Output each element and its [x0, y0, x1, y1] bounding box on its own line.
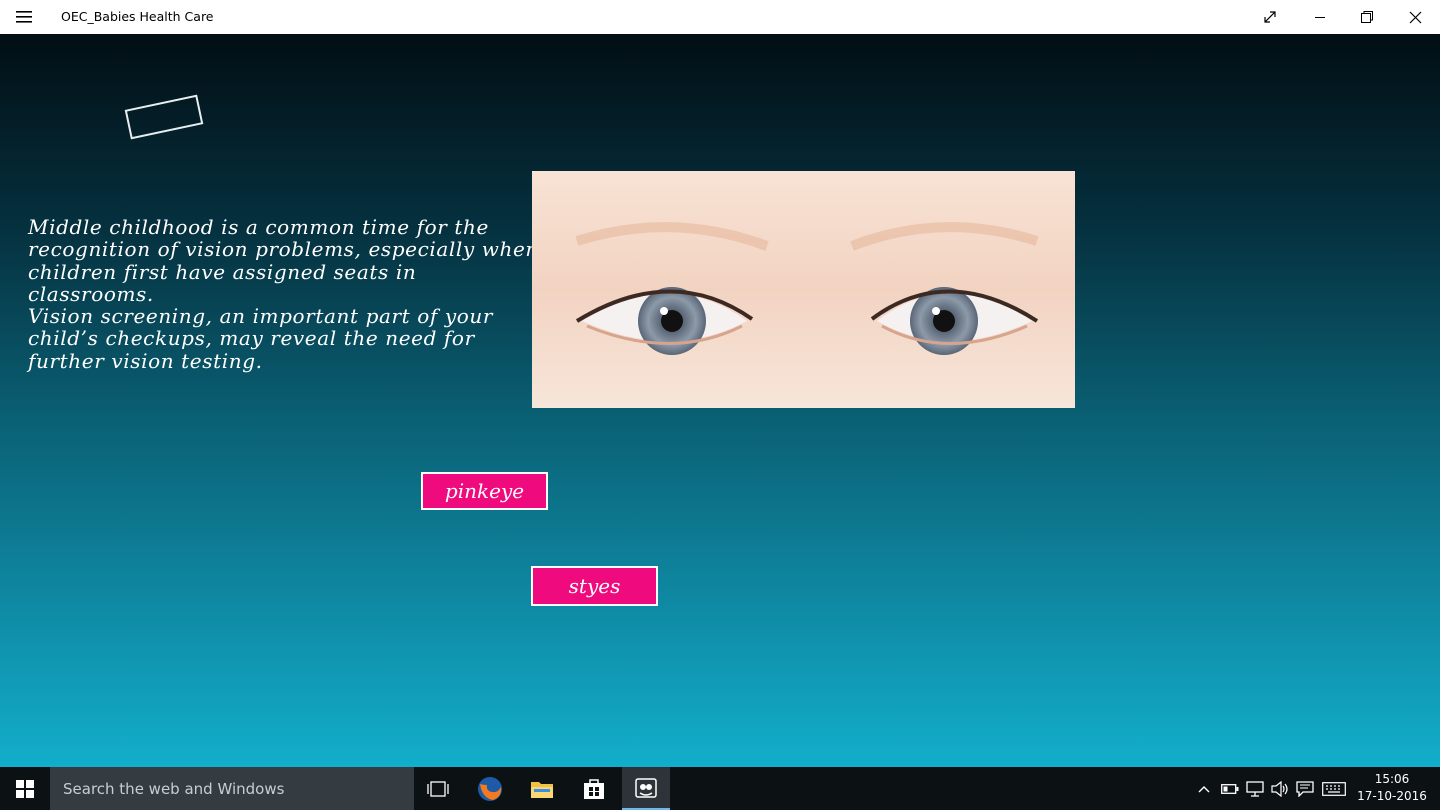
restore-icon[interactable]	[1344, 0, 1390, 34]
windows-start-icon[interactable]	[0, 767, 50, 810]
battery-icon[interactable]	[1218, 767, 1242, 810]
fullscreen-icon[interactable]	[1247, 0, 1293, 34]
baby-eyes-photo	[532, 171, 1075, 408]
network-icon[interactable]	[1243, 767, 1267, 810]
volume-icon[interactable]	[1268, 767, 1292, 810]
clock-time: 15:06	[1374, 772, 1410, 786]
app-icon[interactable]	[622, 767, 670, 810]
minimize-icon[interactable]	[1297, 0, 1343, 34]
task-view-icon[interactable]	[414, 767, 462, 810]
description-paragraph-1: Middle childhood is a common time for th…	[28, 215, 539, 306]
chevron-up-icon[interactable]	[1194, 767, 1214, 810]
search-placeholder: Search the web and Windows	[63, 780, 285, 798]
pinkeye-button[interactable]: pinkeye	[421, 472, 548, 510]
clock-date: 17-10-2016	[1357, 789, 1427, 803]
app-content: Middle childhood is a common time for th…	[0, 34, 1440, 767]
file-explorer-icon[interactable]	[518, 767, 566, 810]
description-paragraph-2: Vision screening, an important part of y…	[28, 304, 494, 373]
back-button[interactable]	[124, 94, 204, 140]
title-bar: OEC_Babies Health Care	[0, 0, 1440, 34]
menu-icon[interactable]	[10, 6, 38, 28]
close-icon[interactable]	[1392, 0, 1438, 34]
taskbar: Search the web and Windows 15:06 17-10-2…	[0, 767, 1440, 810]
description-text: Middle childhood is a common time for th…	[28, 216, 548, 372]
keyboard-icon[interactable]	[1319, 767, 1349, 810]
search-box[interactable]: Search the web and Windows	[50, 767, 414, 810]
window-title: OEC_Babies Health Care	[61, 9, 214, 24]
store-icon[interactable]	[570, 767, 618, 810]
firefox-icon[interactable]	[466, 767, 514, 810]
clock[interactable]: 15:06 17-10-2016	[1352, 771, 1432, 805]
notification-icon[interactable]	[1293, 767, 1317, 810]
styes-button[interactable]: styes	[531, 566, 658, 606]
